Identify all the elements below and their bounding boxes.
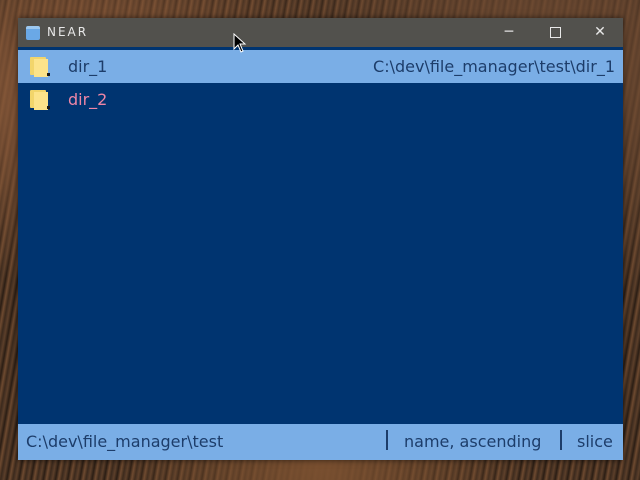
minimize-button[interactable]: ─	[486, 18, 532, 47]
close-icon: ✕	[594, 24, 606, 40]
status-bar: C:\dev\file_manager\test name, ascending…	[18, 424, 623, 460]
list-item-dir-1[interactable]: dir_1 C:\dev\file_manager\test\dir_1	[18, 50, 623, 83]
app-icon	[26, 26, 40, 40]
sort-order[interactable]: name, ascending	[404, 432, 541, 451]
item-path: C:\dev\file_manager\test\dir_1	[373, 57, 615, 76]
item-name: dir_2	[68, 90, 108, 109]
maximize-icon	[550, 27, 561, 38]
window-title: NEAR	[47, 25, 89, 39]
title-bar[interactable]: NEAR ─ ✕	[18, 18, 623, 47]
status-divider	[560, 430, 562, 450]
list-item-dir-2[interactable]: dir_2	[18, 83, 623, 116]
maximize-button[interactable]	[532, 18, 578, 47]
mouse-cursor-icon	[233, 33, 247, 53]
status-divider	[386, 430, 388, 450]
folder-icon	[30, 57, 50, 77]
item-name: dir_1	[68, 57, 108, 76]
close-button[interactable]: ✕	[577, 18, 623, 47]
view-mode[interactable]: slice	[577, 432, 613, 451]
minimize-icon: ─	[504, 24, 514, 40]
file-list: dir_1 C:\dev\file_manager\test\dir_1 dir…	[18, 50, 623, 116]
file-manager-window: NEAR ─ ✕ dir_1 C:\dev\file_manager\test\…	[18, 18, 623, 460]
folder-icon	[30, 90, 50, 110]
current-path: C:\dev\file_manager\test	[26, 432, 224, 451]
